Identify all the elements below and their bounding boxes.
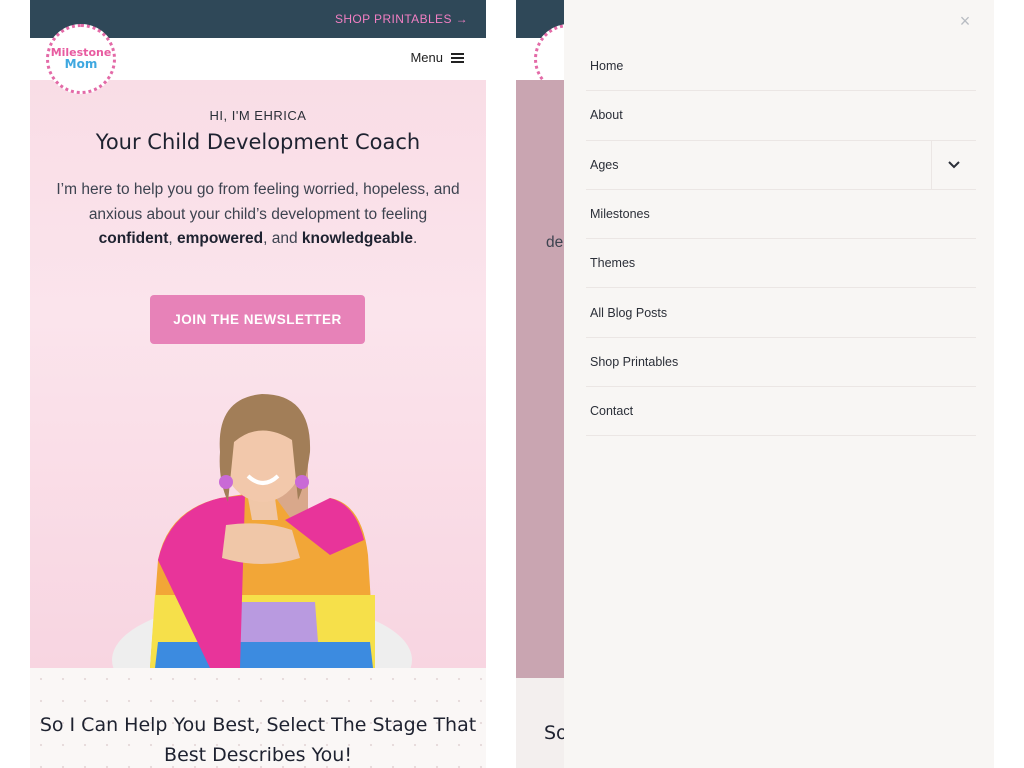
stage-section: So I Can Help You Best, Select The Stage… xyxy=(30,668,486,768)
nav-item-label: Contact xyxy=(590,404,634,419)
mobile-nav-drawer: × Home About Ages Milestones Themes All … xyxy=(564,0,994,768)
nav-item-milestones[interactable]: Milestones xyxy=(586,190,976,240)
hamburger-icon xyxy=(451,52,464,63)
logo-line2: Mom xyxy=(64,57,98,72)
intro-bold-knowledgeable: knowledgeable xyxy=(301,230,414,247)
hero-eyebrow: HI, I'M EHRICA xyxy=(209,108,307,123)
coach-photo xyxy=(112,394,412,668)
nav-item-label: Ages xyxy=(590,157,619,172)
site-logo[interactable]: Milestone Mom xyxy=(46,24,116,94)
menu-label: Menu xyxy=(410,50,443,65)
hero-intro: I’m here to help you go from feeling wor… xyxy=(56,181,460,247)
stage-section-title: So I Can Help You Best, Select The Stage… xyxy=(39,714,477,766)
intro-bold-empowered: empowered xyxy=(177,230,264,247)
shop-printables-link[interactable]: SHOP PRINTABLES → xyxy=(335,12,468,26)
hero-title: Your Child Development Coach xyxy=(95,130,421,154)
close-icon[interactable]: × xyxy=(954,10,976,32)
nav-item-ages[interactable]: Ages xyxy=(586,140,976,190)
mobile-page: SHOP PRINTABLES → Milestone Mom Menu HI,… xyxy=(30,0,486,768)
nav-item-home[interactable]: Home xyxy=(586,42,976,92)
hero-section: HI, I'M EHRICA Your Child Development Co… xyxy=(30,80,486,668)
join-newsletter-button[interactable]: JOIN THE NEWSLETTER xyxy=(150,295,365,344)
chevron-down-icon xyxy=(948,161,960,169)
hero-intro-fragment: de xyxy=(546,234,564,251)
nav-item-label: Milestones xyxy=(590,207,650,222)
nav-item-label: All Blog Posts xyxy=(590,305,668,320)
nav-menu: Home About Ages Milestones Themes All Bl… xyxy=(586,42,976,437)
submenu-toggle[interactable] xyxy=(931,140,976,189)
mobile-page-menu-open: de So × Home About Ages Milestones Theme… xyxy=(516,0,994,768)
nav-item-shop-printables[interactable]: Shop Printables xyxy=(586,338,976,388)
nav-item-all-blog-posts[interactable]: All Blog Posts xyxy=(586,288,976,338)
menu-button[interactable]: Menu xyxy=(410,50,464,65)
nav-item-contact[interactable]: Contact xyxy=(586,387,976,437)
site-header: Milestone Mom Menu xyxy=(30,24,486,94)
nav-item-label: Home xyxy=(590,59,624,74)
nav-item-themes[interactable]: Themes xyxy=(586,239,976,289)
nav-item-label: Themes xyxy=(590,256,636,271)
nav-item-about[interactable]: About xyxy=(586,91,976,141)
nav-item-label: About xyxy=(590,108,623,123)
intro-bold-confident: confident xyxy=(98,230,169,247)
nav-item-label: Shop Printables xyxy=(590,354,679,369)
